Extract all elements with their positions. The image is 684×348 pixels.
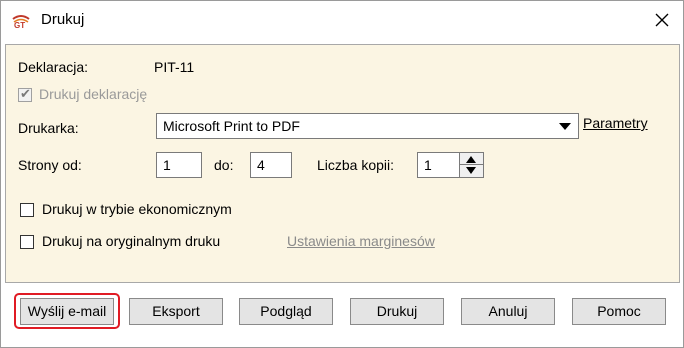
help-button[interactable]: Pomoc: [572, 298, 666, 325]
export-button[interactable]: Eksport: [129, 298, 223, 325]
print-dialog: GT Drukuj Deklaracja: PIT-11 ✔ Drukuj de…: [0, 0, 684, 348]
drukarka-label: Drukarka:: [18, 120, 79, 136]
tryb-ekonomiczny-label: Drukuj w trybie ekonomicznym: [42, 201, 232, 217]
parametry-link[interactable]: Parametry: [583, 115, 648, 131]
checkmark-icon: ✔: [20, 86, 31, 101]
deklaracja-label: Deklaracja:: [18, 59, 89, 75]
do-value: 4: [257, 157, 265, 173]
liczba-kopii-label: Liczba kopii:: [317, 157, 395, 173]
spinner-divider: [460, 164, 483, 165]
liczba-kopii-value: 1: [424, 157, 432, 173]
spin-down-icon[interactable]: [466, 167, 476, 174]
window-title: Drukuj: [41, 11, 85, 28]
do-label: do:: [214, 157, 234, 173]
liczba-kopii-input[interactable]: 1: [417, 152, 460, 178]
deklaracja-value: PIT-11: [154, 59, 195, 75]
strony-od-input[interactable]: 1: [156, 152, 202, 178]
spin-up-icon[interactable]: [466, 156, 476, 163]
drukarka-selected-value: Microsoft Print to PDF: [163, 118, 300, 134]
oryginalny-druk-checkbox[interactable]: [20, 235, 34, 249]
gt-logo-icon: GT: [12, 15, 30, 29]
cancel-button[interactable]: Anuluj: [461, 298, 555, 325]
drukarka-select[interactable]: Microsoft Print to PDF: [156, 113, 579, 139]
title-bar: GT Drukuj: [1, 1, 683, 39]
ustawienia-marginesow-link[interactable]: Ustawienia marginesów: [287, 233, 435, 249]
tryb-ekonomiczny-checkbox[interactable]: [20, 203, 34, 217]
svg-text:GT: GT: [14, 21, 25, 29]
liczba-kopii-spinner[interactable]: [459, 152, 484, 178]
print-button[interactable]: Drukuj: [350, 298, 444, 325]
settings-panel: Deklaracja: PIT-11 ✔ Drukuj deklarację D…: [5, 44, 680, 283]
drukuj-deklaracje-label: Drukuj deklarację: [39, 86, 148, 102]
preview-button[interactable]: Podgląd: [239, 298, 333, 325]
strony-od-label: Strony od:: [18, 157, 82, 173]
send-email-button[interactable]: Wyślij e-mail: [20, 298, 114, 325]
close-icon[interactable]: [651, 9, 673, 31]
oryginalny-druk-label: Drukuj na oryginalnym druku: [42, 233, 221, 249]
strony-od-value: 1: [163, 157, 171, 173]
dropdown-arrow-icon: [559, 123, 571, 130]
drukuj-deklaracje-checkbox[interactable]: ✔: [18, 86, 32, 102]
do-input[interactable]: 4: [250, 152, 292, 178]
